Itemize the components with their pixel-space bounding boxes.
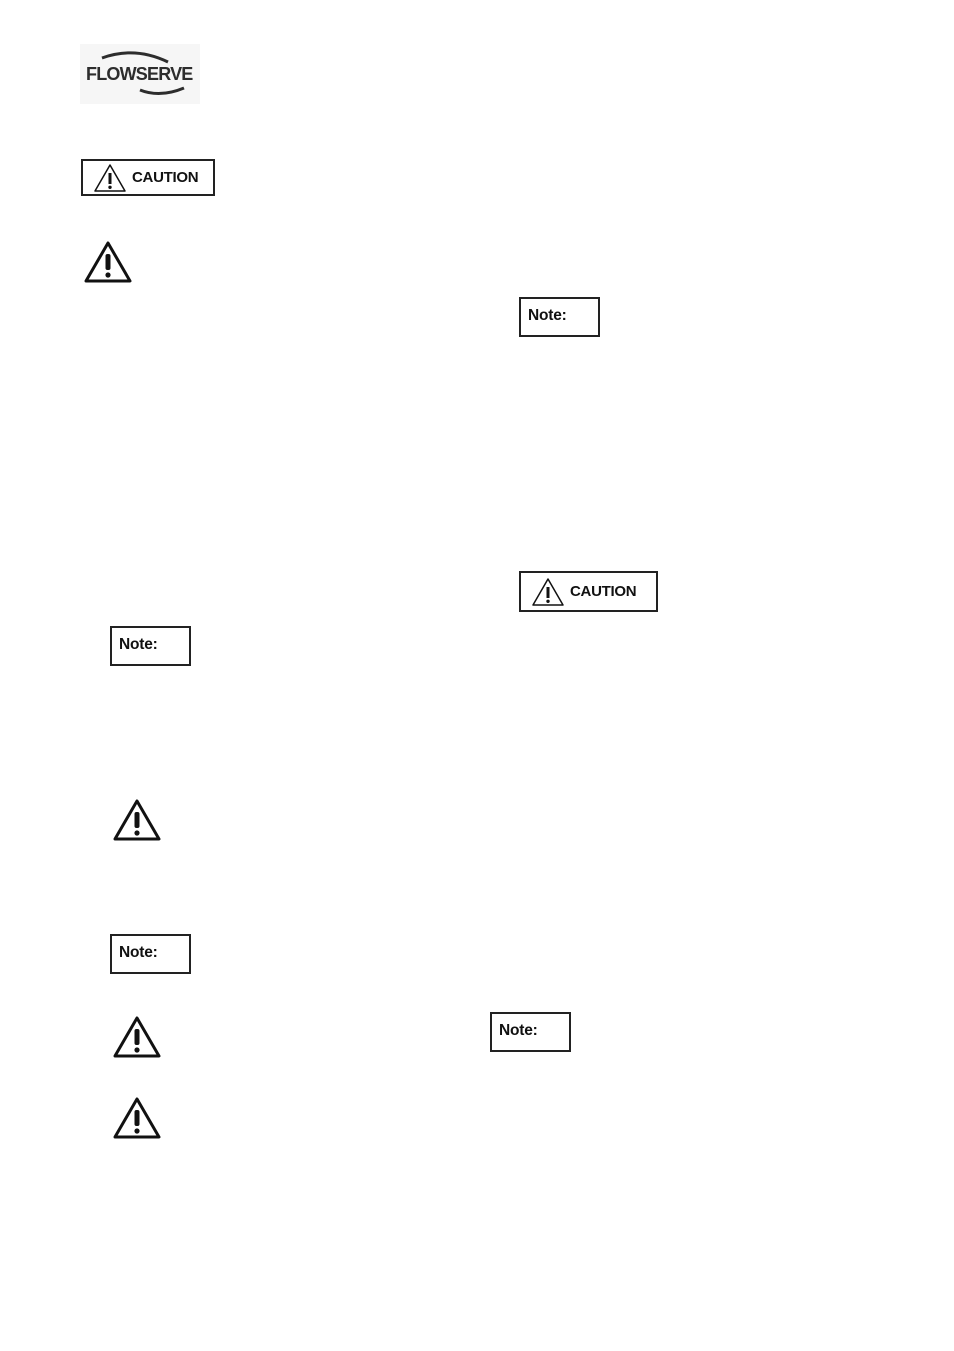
note-text: Note:: [528, 307, 567, 324]
note-label-box: Note:: [490, 1012, 571, 1052]
note-text: Note:: [119, 944, 158, 961]
caution-label-box: CAUTION: [81, 159, 215, 196]
warning-triangle-icon: [113, 1016, 161, 1058]
note-label-box: Note:: [110, 934, 191, 974]
caution-text: CAUTION: [132, 169, 199, 186]
caution-text: CAUTION: [570, 583, 637, 600]
flowserve-logo: FLOWSERVE: [80, 44, 200, 104]
note-label-box: Note:: [519, 297, 600, 337]
logo-text: FLOWSERVE: [86, 64, 193, 84]
note-label-box: Note:: [110, 626, 191, 666]
warning-triangle-icon: [532, 577, 564, 606]
caution-label-box: CAUTION: [519, 571, 658, 612]
note-text: Note:: [499, 1022, 538, 1039]
warning-triangle-icon: [94, 163, 126, 192]
note-text: Note:: [119, 636, 158, 653]
warning-triangle-icon: [113, 799, 161, 841]
warning-triangle-icon: [113, 1097, 161, 1139]
warning-triangle-icon: [84, 241, 132, 283]
